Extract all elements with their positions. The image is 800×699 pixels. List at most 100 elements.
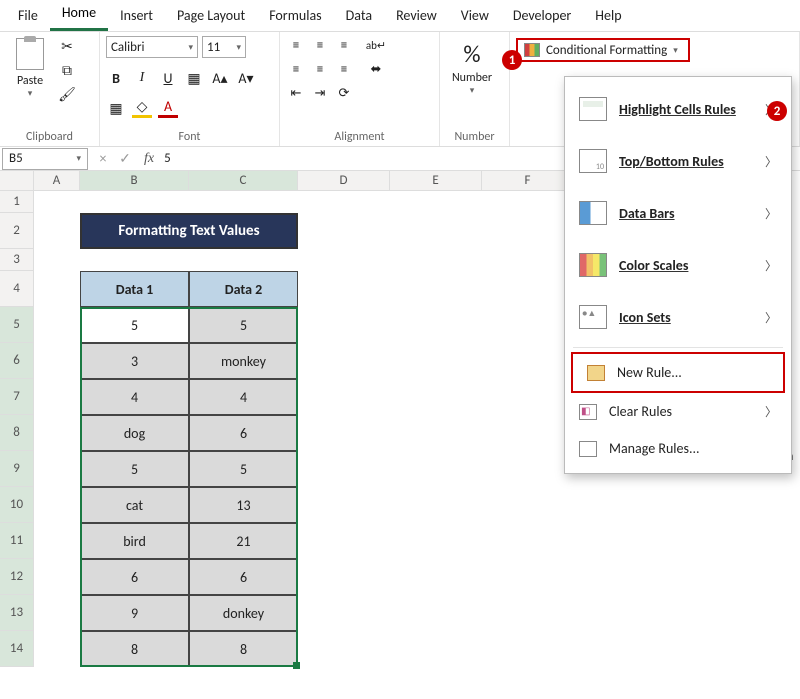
cell-c5[interactable]: 5 bbox=[189, 307, 298, 343]
cut-button[interactable]: ✂ bbox=[58, 38, 76, 56]
ribbon-tabs: File Home Insert Page Layout Formulas Da… bbox=[0, 0, 800, 32]
row-header-9[interactable]: 9 bbox=[0, 451, 34, 487]
align-left-button[interactable]: ≡ bbox=[286, 60, 306, 78]
menu-manage-rules[interactable]: Manage Rules... bbox=[565, 430, 791, 467]
menu-hcr-label: Highlight Cells Rules bbox=[619, 101, 736, 118]
align-middle-button[interactable]: ≡ bbox=[310, 36, 330, 54]
menu-color-scales[interactable]: Color Scales 〉 bbox=[565, 239, 791, 291]
column-header-B[interactable]: B bbox=[80, 171, 189, 191]
cell-b7[interactable]: 4 bbox=[80, 379, 189, 415]
cell-b10[interactable]: cat bbox=[80, 487, 189, 523]
italic-button[interactable]: I bbox=[132, 68, 152, 88]
font-increase-button[interactable]: A▴ bbox=[210, 68, 230, 88]
menu-new-rule[interactable]: New Rule... bbox=[573, 354, 783, 391]
conditional-formatting-button[interactable]: Conditional Formatting ▾ bbox=[516, 38, 690, 62]
cell-c12[interactable]: 6 bbox=[189, 559, 298, 595]
row-header-10[interactable]: 10 bbox=[0, 487, 34, 523]
row-header-2[interactable]: 2 bbox=[0, 213, 34, 249]
tab-data[interactable]: Data bbox=[334, 0, 384, 31]
menu-highlight-cells-rules[interactable]: Highlight Cells Rules 〉 bbox=[565, 83, 791, 135]
name-box[interactable]: B5▾ bbox=[2, 148, 88, 170]
cell-b5[interactable]: 5 bbox=[80, 307, 189, 343]
table-header-1[interactable]: Data 1 bbox=[80, 271, 189, 307]
cell-c7[interactable]: 4 bbox=[189, 379, 298, 415]
indent-decrease-button[interactable]: ⇤ bbox=[286, 84, 306, 102]
wrap-text-button[interactable]: ab↵ bbox=[366, 36, 386, 54]
number-format-button[interactable]: % Number ▾ bbox=[446, 36, 498, 96]
table-header-2[interactable]: Data 2 bbox=[189, 271, 298, 307]
column-header-E[interactable]: E bbox=[390, 171, 482, 191]
merge-center-button[interactable]: ⬌ bbox=[366, 60, 386, 78]
cell-b14[interactable]: 8 bbox=[80, 631, 189, 667]
cell-b8[interactable]: dog bbox=[80, 415, 189, 451]
row-header-3[interactable]: 3 bbox=[0, 249, 34, 271]
align-bottom-button[interactable]: ≡ bbox=[334, 36, 354, 54]
row-header-5[interactable]: 5 bbox=[0, 307, 34, 343]
font-color-button[interactable]: A bbox=[158, 98, 178, 118]
paste-button[interactable]: Paste ▾ bbox=[6, 36, 54, 99]
cell-c6[interactable]: monkey bbox=[189, 343, 298, 379]
row-header-8[interactable]: 8 bbox=[0, 415, 34, 451]
border-button[interactable]: ▦ bbox=[184, 68, 204, 88]
copy-button[interactable]: ⧉ bbox=[58, 62, 76, 80]
align-right-button[interactable]: ≡ bbox=[334, 60, 354, 78]
menu-data-bars[interactable]: Data Bars 〉 bbox=[565, 187, 791, 239]
cell-b13[interactable]: 9 bbox=[80, 595, 189, 631]
bold-button[interactable]: B bbox=[106, 68, 126, 88]
color-scales-icon bbox=[579, 253, 607, 277]
tab-page-layout[interactable]: Page Layout bbox=[165, 0, 257, 31]
column-header-C[interactable]: C bbox=[189, 171, 298, 191]
tab-insert[interactable]: Insert bbox=[108, 0, 165, 31]
row-header-11[interactable]: 11 bbox=[0, 523, 34, 559]
group-font: Calibri▾ 11▾ B I U ▦ A▴ A▾ ▦ ◇ A Font bbox=[100, 32, 280, 146]
tab-review[interactable]: Review bbox=[384, 0, 449, 31]
cell-c10[interactable]: 13 bbox=[189, 487, 298, 523]
cell-b12[interactable]: 6 bbox=[80, 559, 189, 595]
underline-button[interactable]: U bbox=[158, 68, 178, 88]
tab-view[interactable]: View bbox=[449, 0, 501, 31]
row-header-13[interactable]: 13 bbox=[0, 595, 34, 631]
font-name-select[interactable]: Calibri▾ bbox=[106, 36, 198, 58]
cell-c9[interactable]: 5 bbox=[189, 451, 298, 487]
title-cell[interactable]: Formatting Text Values bbox=[80, 213, 298, 249]
format-painter-button[interactable]: 🖌 bbox=[58, 86, 76, 104]
cell-c8[interactable]: 6 bbox=[189, 415, 298, 451]
font-size-select[interactable]: 11▾ bbox=[202, 36, 246, 58]
row-header-4[interactable]: 4 bbox=[0, 271, 34, 307]
cancel-formula-button[interactable]: × bbox=[94, 150, 112, 167]
column-header-A[interactable]: A bbox=[34, 171, 80, 191]
cell-b11[interactable]: bird bbox=[80, 523, 189, 559]
indent-increase-button[interactable]: ⇥ bbox=[310, 84, 330, 102]
align-center-button[interactable]: ≡ bbox=[310, 60, 330, 78]
row-header-1[interactable]: 1 bbox=[0, 191, 34, 213]
tab-developer[interactable]: Developer bbox=[501, 0, 583, 31]
row-header-7[interactable]: 7 bbox=[0, 379, 34, 415]
row-header-14[interactable]: 14 bbox=[0, 631, 34, 667]
cell-c11[interactable]: 21 bbox=[189, 523, 298, 559]
column-header-D[interactable]: D bbox=[298, 171, 390, 191]
chevron-down-icon: ▾ bbox=[28, 88, 33, 99]
font-decrease-button[interactable]: A▾ bbox=[236, 68, 256, 88]
fx-icon[interactable]: fx bbox=[144, 151, 154, 167]
tab-help[interactable]: Help bbox=[583, 0, 633, 31]
tab-formulas[interactable]: Formulas bbox=[257, 0, 333, 31]
row-header-12[interactable]: 12 bbox=[0, 559, 34, 595]
menu-icon-sets[interactable]: Icon Sets 〉 2 bbox=[565, 291, 791, 343]
cell-c13[interactable]: donkey bbox=[189, 595, 298, 631]
menu-top-bottom-rules[interactable]: Top/Bottom Rules 〉 bbox=[565, 135, 791, 187]
row-header-6[interactable]: 6 bbox=[0, 343, 34, 379]
align-top-button[interactable]: ≡ bbox=[286, 36, 306, 54]
column-header-F[interactable]: F bbox=[482, 171, 574, 191]
tab-home[interactable]: Home bbox=[50, 0, 108, 31]
accept-formula-button[interactable]: ✓ bbox=[116, 150, 134, 167]
formula-value[interactable]: 5 bbox=[158, 151, 171, 166]
tab-file[interactable]: File bbox=[6, 0, 50, 31]
orientation-button[interactable]: ⟳ bbox=[334, 84, 354, 102]
cell-c14[interactable]: 8 bbox=[189, 631, 298, 667]
select-all-corner[interactable] bbox=[0, 171, 34, 191]
fill-color-button[interactable]: ◇ bbox=[132, 98, 152, 118]
border-button-2[interactable]: ▦ bbox=[106, 98, 126, 118]
menu-clear-rules[interactable]: Clear Rules 〉 bbox=[565, 393, 791, 430]
cell-b6[interactable]: 3 bbox=[80, 343, 189, 379]
cell-b9[interactable]: 5 bbox=[80, 451, 189, 487]
